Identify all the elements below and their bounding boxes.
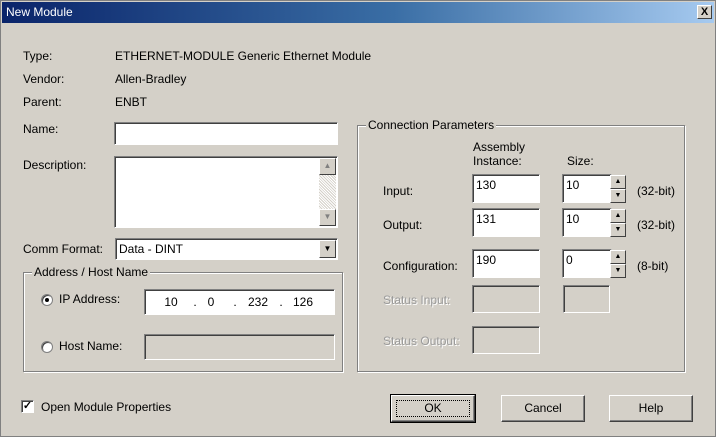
- ip-octet-1: 10: [164, 295, 178, 309]
- parent-value: ENBT: [115, 95, 148, 109]
- ip-octet-2: 0: [207, 295, 215, 309]
- ip-octet-3: 232: [247, 295, 269, 309]
- help-button[interactable]: Help: [609, 395, 693, 422]
- radio-selected-dot: [45, 298, 49, 302]
- connection-group-title: Connection Parameters: [366, 118, 497, 132]
- host-name-input[interactable]: [144, 334, 335, 360]
- configuration-instance-field[interactable]: 190: [472, 249, 540, 278]
- status-input-label: Status Input:: [383, 293, 451, 307]
- open-module-properties-checkbox[interactable]: ✓: [21, 400, 34, 413]
- comm-format-label: Comm Format:: [23, 242, 104, 256]
- input-size-field[interactable]: 10: [562, 174, 612, 203]
- status-output-instance-field: [472, 326, 540, 354]
- ip-dot-2: .: [233, 295, 237, 309]
- output-instance-field[interactable]: 131: [472, 208, 540, 237]
- spin-down-icon[interactable]: ▼: [610, 223, 626, 237]
- name-input[interactable]: [114, 122, 338, 145]
- input-unit: (32-bit): [637, 184, 676, 198]
- status-output-label: Status Output:: [383, 334, 460, 348]
- spin-down-icon[interactable]: ▼: [610, 189, 626, 203]
- input-instance-field[interactable]: 130: [472, 174, 540, 203]
- spin-down-icon[interactable]: ▼: [610, 264, 626, 278]
- description-label: Description:: [23, 158, 87, 172]
- output-size-field[interactable]: 10: [562, 208, 612, 237]
- close-button[interactable]: X: [697, 5, 712, 19]
- address-group-title: Address / Host Name: [32, 265, 151, 279]
- help-button-label: Help: [638, 401, 664, 415]
- spin-up-icon[interactable]: ▲: [610, 209, 626, 223]
- configuration-unit: (8-bit): [637, 259, 669, 273]
- ip-address-input[interactable]: 10 . 0 . 232 . 126: [144, 289, 335, 315]
- output-label: Output:: [383, 218, 423, 232]
- assembly-instance-header-line2: Instance:: [473, 154, 522, 168]
- spin-up-icon[interactable]: ▲: [610, 175, 626, 189]
- vendor-label: Vendor:: [23, 72, 65, 86]
- comm-format-value: Data - DINT: [119, 242, 184, 256]
- type-label: Type:: [23, 49, 53, 63]
- description-textarea[interactable]: ▲ ▼: [114, 156, 338, 228]
- ok-button[interactable]: OK: [390, 394, 476, 423]
- output-unit: (32-bit): [637, 218, 676, 232]
- scroll-thumb[interactable]: [319, 175, 336, 211]
- input-label: Input:: [383, 184, 414, 198]
- ip-dot-1: .: [193, 295, 197, 309]
- open-module-properties-label: Open Module Properties: [41, 400, 172, 414]
- title-bar: New Module X: [2, 2, 714, 23]
- host-name-label: Host Name:: [59, 339, 123, 353]
- size-header: Size:: [567, 154, 594, 168]
- type-value: ETHERNET-MODULE Generic Ethernet Module: [115, 49, 372, 63]
- assembly-instance-header-line1: Assembly: [473, 140, 526, 154]
- assembly-instance-header: Assembly Instance:: [473, 140, 525, 168]
- scroll-down-arrow-icon[interactable]: ▼: [319, 209, 336, 226]
- ip-dot-3: .: [279, 295, 283, 309]
- ip-address-radio[interactable]: [41, 294, 53, 306]
- chevron-down-icon[interactable]: ▼: [319, 240, 336, 258]
- comm-format-select[interactable]: Data - DINT ▼: [115, 238, 338, 260]
- cancel-button-label: Cancel: [524, 401, 562, 415]
- cancel-button[interactable]: Cancel: [501, 395, 585, 422]
- scroll-up-arrow-icon[interactable]: ▲: [319, 158, 336, 175]
- configuration-size-spinner[interactable]: ▲ ▼: [610, 250, 626, 278]
- ip-octet-4: 126: [292, 295, 314, 309]
- status-input-size-field: [563, 285, 610, 313]
- input-size-spinner[interactable]: ▲ ▼: [610, 175, 626, 203]
- ip-address-label: IP Address:: [59, 292, 121, 306]
- focus-rect: [396, 400, 470, 417]
- configuration-label: Configuration:: [383, 259, 458, 273]
- host-name-radio[interactable]: [41, 341, 53, 353]
- name-label: Name:: [23, 122, 59, 136]
- output-size-spinner[interactable]: ▲ ▼: [610, 209, 626, 237]
- configuration-size-field[interactable]: 0: [562, 249, 612, 278]
- spin-up-icon[interactable]: ▲: [610, 250, 626, 264]
- checkmark-icon: ✓: [22, 400, 33, 412]
- description-scrollbar[interactable]: ▲ ▼: [319, 158, 336, 226]
- vendor-value: Allen-Bradley: [115, 72, 187, 86]
- status-input-instance-field: [472, 285, 540, 313]
- window-title: New Module: [6, 5, 73, 19]
- new-module-dialog: New Module X Type: ETHERNET-MODULE Gener…: [0, 0, 716, 437]
- close-icon: X: [700, 6, 709, 18]
- parent-label: Parent:: [23, 95, 62, 109]
